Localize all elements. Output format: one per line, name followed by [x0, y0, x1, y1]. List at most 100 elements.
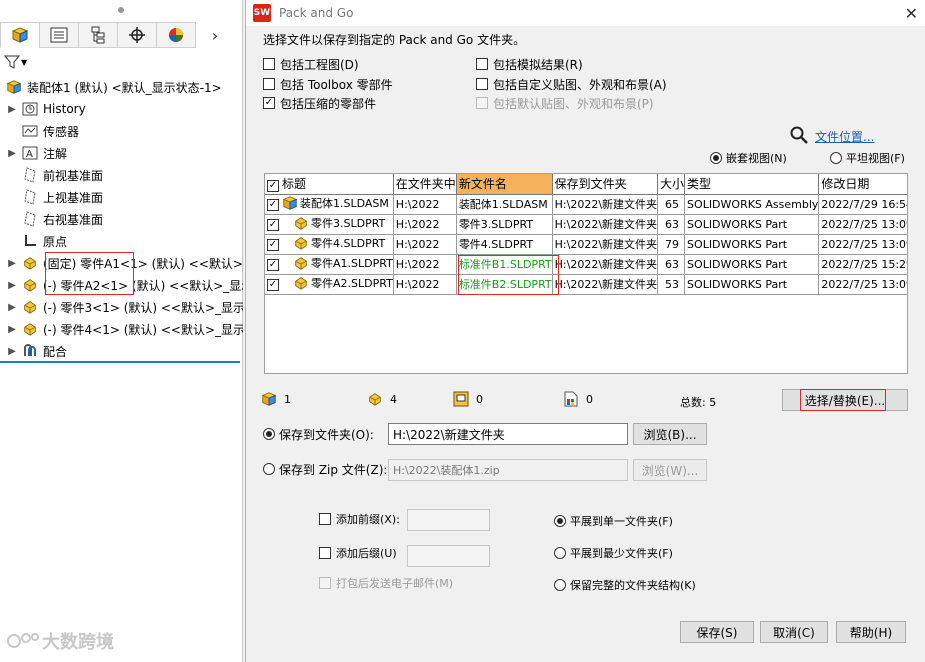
- cell-save-to[interactable]: H:\2022\新建文件夹: [552, 274, 659, 295]
- row-checkbox[interactable]: ✓: [267, 219, 279, 231]
- include-drawings-checkbox[interactable]: [263, 58, 275, 70]
- tree-filter[interactable]: ▼: [4, 52, 44, 72]
- tree-item[interactable]: ▶ (-) 零件4<1> (默认) <<默认>_显示状态 1>: [0, 318, 243, 340]
- col-save-to[interactable]: 保存到文件夹: [552, 174, 659, 195]
- prefix-field[interactable]: [407, 509, 490, 531]
- expand-arrow-icon[interactable]: ▶: [4, 302, 20, 313]
- browse-folder-button[interactable]: 浏览(B)...: [633, 423, 707, 445]
- save-to-zip-radio[interactable]: [263, 463, 275, 475]
- expand-arrow-icon[interactable]: ▶: [4, 148, 20, 159]
- include-drawings-label[interactable]: 包括工程图(D): [280, 56, 359, 73]
- cell-in-folder[interactable]: H:\2022: [393, 234, 457, 255]
- nested-view-radio[interactable]: [710, 152, 722, 164]
- save-button[interactable]: 保存(S): [680, 621, 754, 643]
- keep-structure-label[interactable]: 保留完整的文件夹结构(K): [570, 577, 696, 593]
- save-to-folder-radio[interactable]: [263, 428, 275, 440]
- cell-save-to[interactable]: H:\2022\新建文件夹: [552, 254, 659, 275]
- cell-title[interactable]: ✓ 零件4.SLDPRT: [265, 234, 394, 255]
- help-button[interactable]: 帮助(H): [836, 621, 906, 643]
- include-simulation-checkbox[interactable]: [476, 58, 488, 70]
- suffix-field[interactable]: [407, 545, 490, 567]
- property-manager-tab[interactable]: [39, 22, 79, 48]
- grid-row[interactable]: ✓ 装配体1.SLDASM H:\2022 装配体1.SLDASM H:\2022\新建…: [265, 194, 907, 215]
- splitter-dot[interactable]: [118, 7, 124, 13]
- col-in-folder[interactable]: 在文件夹中: [393, 174, 457, 195]
- include-default-decals-label[interactable]: 包括默认贴图、外观和布景(P): [493, 95, 654, 112]
- expand-arrow-icon[interactable]: ▶: [4, 280, 20, 291]
- col-title[interactable]: ✓ 标题: [265, 174, 394, 195]
- cell-type[interactable]: SOLIDWORKS Part: [684, 234, 820, 255]
- cell-in-folder[interactable]: H:\2022: [393, 254, 457, 275]
- cell-size[interactable]: 63: [657, 214, 686, 235]
- row-checkbox[interactable]: ✓: [267, 239, 279, 251]
- save-to-folder-label[interactable]: 保存到文件夹(O):: [279, 426, 374, 443]
- cell-size[interactable]: 79: [657, 234, 686, 255]
- grid-row[interactable]: ✓ 零件4.SLDPRT H:\2022 零件4.SLDPRT H:\2022\新建文件…: [265, 234, 907, 255]
- include-toolbox-checkbox[interactable]: [263, 78, 275, 90]
- tree-item[interactable]: ▶ A 注解: [0, 142, 243, 164]
- dialog-titlebar[interactable]: SW Pack and Go ✕: [246, 0, 925, 26]
- flatten-min-label[interactable]: 平展到最少文件夹(F): [570, 545, 673, 561]
- add-prefix-checkbox[interactable]: [319, 513, 331, 525]
- cell-new-name[interactable]: 装配体1.SLDASM: [456, 194, 553, 215]
- cell-in-folder[interactable]: H:\2022: [393, 214, 457, 235]
- email-after-label[interactable]: 打包后发送电子邮件(M): [336, 575, 453, 591]
- tree-item[interactable]: ▶ (-) 零件3<1> (默认) <<默认>_显示状态 1>: [0, 296, 243, 318]
- cell-date[interactable]: 2022/7/29 16:54:47: [818, 194, 907, 215]
- cell-save-to[interactable]: H:\2022\新建文件夹: [552, 194, 659, 215]
- grid-row[interactable]: ✓ 零件A2.SLDPRT H:\2022 标准件B2.SLDPRT H:\2022\新…: [265, 274, 907, 295]
- panel-splitter[interactable]: [0, 0, 242, 20]
- expand-arrow-icon[interactable]: ▶: [4, 324, 20, 335]
- expand-arrow-icon[interactable]: ▶: [4, 104, 20, 115]
- cell-date[interactable]: 2022/7/25 15:29:54: [818, 254, 907, 275]
- cell-date[interactable]: 2022/7/25 13:09:15: [818, 234, 907, 255]
- row-checkbox[interactable]: ✓: [267, 259, 279, 271]
- expand-arrow-icon[interactable]: ▶: [4, 258, 20, 269]
- tree-root-assembly[interactable]: 装配体1 (默认) <默认_显示状态-1>: [0, 76, 243, 98]
- col-size[interactable]: 大小: [657, 174, 686, 195]
- cell-new-name[interactable]: 零件3.SLDPRT: [456, 214, 553, 235]
- flatten-single-label[interactable]: 平展到单一文件夹(F): [570, 513, 673, 529]
- tree-item[interactable]: ▶ 配合: [0, 340, 243, 362]
- row-checkbox[interactable]: ✓: [267, 279, 279, 291]
- cell-save-to[interactable]: H:\2022\新建文件夹: [552, 234, 659, 255]
- cell-title[interactable]: ✓ 零件A1.SLDPRT: [265, 254, 394, 275]
- row-checkbox[interactable]: ✓: [267, 199, 279, 211]
- add-suffix-checkbox[interactable]: [319, 547, 331, 559]
- tree-item[interactable]: 上视基准面: [0, 186, 243, 208]
- cell-date[interactable]: 2022/7/25 13:09:15: [818, 274, 907, 295]
- display-manager-tab[interactable]: [156, 22, 196, 48]
- grid-row[interactable]: ✓ 零件3.SLDPRT H:\2022 零件3.SLDPRT H:\2022\新建文件…: [265, 214, 907, 235]
- browse-zip-button[interactable]: 浏览(W)...: [633, 459, 707, 481]
- tree-item[interactable]: 传感器: [0, 120, 243, 142]
- tree-item[interactable]: 前视基准面: [0, 164, 243, 186]
- configuration-manager-tab[interactable]: [78, 22, 118, 48]
- tree-item[interactable]: 右视基准面: [0, 208, 243, 230]
- close-icon[interactable]: ✕: [905, 4, 918, 23]
- flatten-single-radio[interactable]: [554, 515, 566, 527]
- select-all-checkbox[interactable]: ✓: [267, 180, 279, 193]
- cell-title[interactable]: ✓ 零件A2.SLDPRT: [265, 274, 394, 295]
- cell-size[interactable]: 53: [657, 274, 686, 295]
- tree-item[interactable]: 原点: [0, 230, 243, 252]
- include-suppressed-label[interactable]: 包括压缩的零部件: [280, 95, 376, 112]
- cell-title[interactable]: ✓ 装配体1.SLDASM: [265, 194, 394, 215]
- cell-type[interactable]: SOLIDWORKS Assembly: [684, 194, 820, 215]
- include-custom-decals-checkbox[interactable]: [476, 78, 488, 90]
- search-icon[interactable]: [790, 126, 808, 147]
- flat-view-label[interactable]: 平坦视图(F): [846, 150, 905, 166]
- dimxpert-tab[interactable]: [117, 22, 157, 48]
- tabs-scroll-right-icon[interactable]: ›: [195, 22, 235, 48]
- col-type[interactable]: 类型: [684, 174, 820, 195]
- filter-dropdown-icon[interactable]: ▼: [21, 58, 27, 67]
- include-simulation-label[interactable]: 包括模拟结果(R): [493, 56, 583, 73]
- cell-date[interactable]: 2022/7/25 13:09:15: [818, 214, 907, 235]
- zip-file-field[interactable]: H:\2022\装配体1.zip: [388, 459, 628, 481]
- nested-view-label[interactable]: 嵌套视图(N): [726, 150, 787, 166]
- cell-new-name[interactable]: 零件4.SLDPRT: [456, 234, 553, 255]
- cell-in-folder[interactable]: H:\2022: [393, 194, 457, 215]
- include-default-decals-checkbox[interactable]: [476, 97, 488, 109]
- cell-type[interactable]: SOLIDWORKS Part: [684, 274, 820, 295]
- file-location-link[interactable]: 文件位置...: [815, 128, 874, 145]
- expand-arrow-icon[interactable]: ▶: [4, 346, 20, 357]
